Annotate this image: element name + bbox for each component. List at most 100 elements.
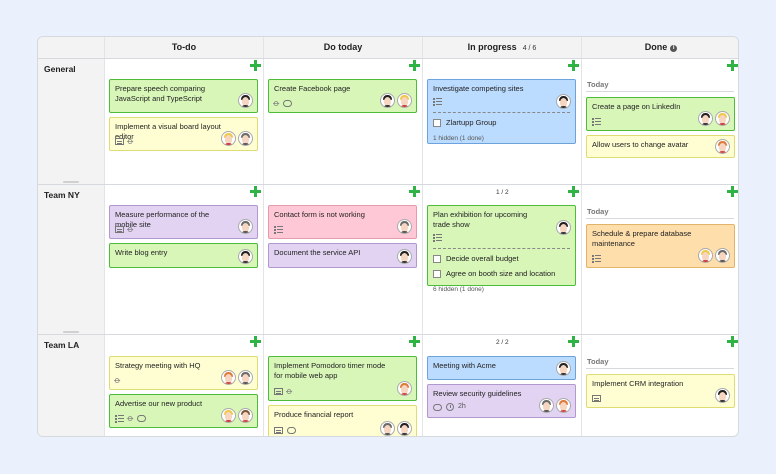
add-card-button[interactable] — [568, 186, 579, 197]
avatar[interactable] — [238, 219, 253, 234]
card[interactable]: Strategy meeting with HQ ⌀ — [109, 356, 258, 390]
lane-resize-handle[interactable] — [63, 181, 79, 183]
avatar[interactable] — [380, 421, 395, 436]
comment-icon — [137, 412, 147, 422]
attachment-icon: ⌀ — [125, 412, 137, 424]
time-estimate: 2h — [458, 403, 466, 410]
avatar[interactable] — [556, 220, 571, 235]
card[interactable]: Contact form is not working — [268, 205, 417, 239]
checklist-icon — [433, 98, 442, 105]
avatar[interactable] — [556, 94, 571, 109]
avatar[interactable] — [397, 249, 412, 264]
checkbox[interactable] — [433, 119, 441, 127]
column-header-todo[interactable]: To-do — [104, 37, 263, 58]
card[interactable]: Produce financial report — [268, 405, 417, 436]
checkbox[interactable] — [433, 255, 441, 263]
checklist-item: Agree on booth size and location — [446, 269, 556, 278]
card[interactable]: Plan exhibition for upcoming trade show … — [427, 205, 576, 293]
add-card-button[interactable] — [250, 60, 261, 71]
card-title: Advertise our new product — [115, 399, 203, 408]
avatar[interactable] — [397, 381, 412, 396]
lane-resize-handle[interactable] — [63, 331, 79, 333]
card[interactable]: Implement a visual board layout editor ⌀ — [109, 117, 258, 151]
add-card-button[interactable] — [409, 186, 420, 197]
column-title: To-do — [171, 42, 197, 52]
description-icon — [115, 137, 124, 145]
column-title: Do today — [323, 42, 363, 52]
avatar[interactable] — [715, 111, 730, 126]
today-label: Today — [587, 80, 609, 89]
avatar[interactable] — [556, 361, 571, 376]
avatar[interactable] — [397, 219, 412, 234]
lane-title: Team NY — [44, 190, 80, 200]
avatar[interactable] — [238, 131, 253, 146]
add-card-button[interactable] — [727, 60, 738, 71]
card[interactable]: Implement CRM integration — [586, 374, 735, 408]
attachment-icon: ⌀ — [284, 385, 296, 397]
column-title: Done — [644, 42, 668, 52]
add-card-button[interactable] — [409, 60, 420, 71]
add-card-button[interactable] — [250, 336, 261, 347]
today-divider — [586, 91, 734, 92]
card[interactable]: Investigate competing sites Zlartupp Gro… — [427, 79, 576, 144]
checklist-item: Decide overall budget — [446, 254, 519, 263]
avatar[interactable] — [715, 248, 730, 263]
card[interactable]: Write blog entry — [109, 243, 258, 268]
attachment-icon: ⌀ — [112, 374, 124, 386]
card-title: Write blog entry — [115, 248, 168, 257]
avatar[interactable] — [539, 398, 554, 413]
column-header-do-today[interactable]: Do today — [263, 37, 422, 58]
avatar[interactable] — [221, 131, 236, 146]
add-card-button[interactable] — [568, 336, 579, 347]
avatar[interactable] — [715, 388, 730, 403]
avatar[interactable] — [238, 408, 253, 423]
card[interactable]: Allow users to change avatar — [586, 135, 735, 158]
lane-header-team-ny[interactable]: Team NY — [38, 184, 104, 335]
card[interactable]: Advertise our new product ⌀ — [109, 394, 258, 428]
wip-limit-count: 1 / 2 — [496, 189, 509, 196]
avatar[interactable] — [221, 408, 236, 423]
column-header-in-progress[interactable]: In progress 4 / 6 — [422, 37, 581, 58]
card[interactable]: Review security guidelines 2h — [427, 384, 576, 418]
lane-header-general[interactable]: General — [38, 58, 104, 185]
avatar[interactable] — [380, 93, 395, 108]
avatar[interactable] — [238, 249, 253, 264]
info-icon[interactable]: i — [670, 45, 678, 52]
card[interactable]: Create a page on LinkedIn — [586, 97, 735, 131]
column-header-done[interactable]: Done i — [581, 37, 738, 58]
add-card-button[interactable] — [727, 186, 738, 197]
avatar[interactable] — [698, 111, 713, 126]
avatar[interactable] — [556, 398, 571, 413]
add-card-button[interactable] — [568, 60, 579, 71]
avatar[interactable] — [397, 93, 412, 108]
card[interactable]: Schedule & prepare database maintenance — [586, 224, 735, 268]
avatar[interactable] — [698, 248, 713, 263]
lane-header-team-la[interactable]: Team LA — [38, 334, 104, 436]
checklist-separator — [433, 112, 570, 113]
checklist-icon — [433, 234, 442, 241]
checkbox[interactable] — [433, 270, 441, 278]
card[interactable]: Document the service API — [268, 243, 417, 268]
card-title: Strategy meeting with HQ — [115, 361, 201, 370]
card[interactable]: Implement Pomodoro timer mode for mobile… — [268, 356, 417, 401]
attachment-icon: ⌀ — [271, 97, 283, 109]
avatar[interactable] — [238, 93, 253, 108]
checklist-icon — [115, 414, 124, 422]
card-title: Create Facebook page — [274, 84, 351, 93]
checklist-icon — [274, 226, 283, 233]
add-card-button[interactable] — [727, 336, 738, 347]
add-card-button[interactable] — [250, 186, 261, 197]
add-card-button[interactable] — [409, 336, 420, 347]
avatar[interactable] — [397, 421, 412, 436]
avatar[interactable] — [221, 370, 236, 385]
card[interactable]: Meeting with Acme — [427, 356, 576, 380]
card[interactable]: Measure performance of the mobile site ⌀ — [109, 205, 258, 239]
avatar[interactable] — [715, 139, 730, 154]
hidden-items-note[interactable]: 1 hidden (1 done) — [433, 134, 570, 144]
card[interactable]: Create Facebook page ⌀ — [268, 79, 417, 113]
checklist-item: Zlartupp Group — [446, 118, 497, 127]
card[interactable]: Prepare speech comparing JavaScript and … — [109, 79, 258, 113]
card-title: Meeting with Acme — [433, 361, 496, 370]
avatar[interactable] — [238, 370, 253, 385]
hidden-items-note[interactable]: 6 hidden (1 done) — [433, 285, 570, 295]
